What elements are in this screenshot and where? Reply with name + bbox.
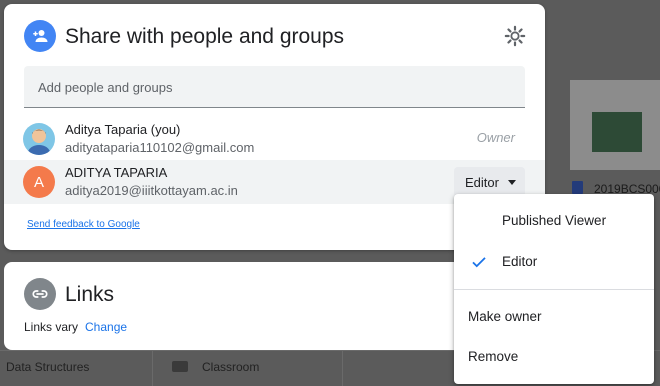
- owner-label: Owner: [476, 130, 515, 145]
- links-title: Links: [65, 283, 115, 306]
- dialog-title: Share with people and groups: [65, 25, 345, 48]
- person-name: Aditya Taparia (you): [65, 122, 181, 137]
- avatar: [23, 123, 55, 155]
- person-add-icon: [24, 20, 56, 52]
- link-icon: [24, 278, 56, 310]
- menu-item-remove[interactable]: Remove: [454, 337, 654, 377]
- menu-item-make-owner[interactable]: Make owner: [454, 297, 654, 337]
- person-row-owner: Aditya Taparia (you) adityataparia110102…: [4, 117, 545, 161]
- file-thumbnail: [570, 80, 660, 170]
- gear-icon[interactable]: [504, 25, 526, 47]
- person-name: ADITYA TAPARIA: [65, 165, 168, 180]
- role-dropdown-button[interactable]: Editor: [454, 167, 525, 197]
- menu-item-editor[interactable]: Editor: [454, 242, 654, 282]
- folder-item: Classroom: [172, 360, 259, 374]
- menu-divider: [454, 289, 654, 290]
- role-menu: Published Viewer Editor Make owner Remov…: [454, 194, 654, 384]
- bg-label: Data Structures: [6, 360, 90, 374]
- menu-item-published-viewer[interactable]: Published Viewer: [454, 201, 654, 241]
- avatar: A: [23, 166, 55, 198]
- folder-label: Classroom: [202, 360, 260, 374]
- person-email: aditya2019@iiitkottayam.ac.in: [65, 183, 238, 198]
- add-people-input[interactable]: Add people and groups: [24, 66, 525, 108]
- change-link[interactable]: Change: [85, 320, 127, 334]
- links-status: Links vary: [24, 320, 79, 334]
- caret-down-icon: [508, 180, 516, 185]
- feedback-link[interactable]: Send feedback to Google: [27, 219, 140, 230]
- check-icon: [472, 257, 486, 268]
- person-email: adityataparia110102@gmail.com: [65, 140, 255, 155]
- folder-icon: [172, 361, 188, 372]
- doc-icon: [572, 181, 583, 194]
- role-label: Editor: [465, 175, 499, 190]
